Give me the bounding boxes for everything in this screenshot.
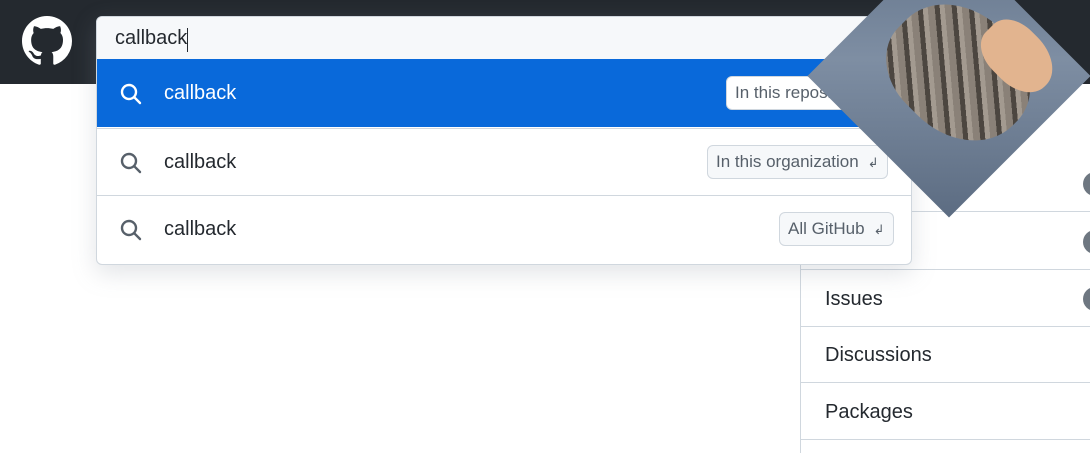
search-result-text: callback (164, 82, 237, 104)
counter-badge (1083, 172, 1090, 196)
side-nav-item-packages[interactable]: Packages (801, 384, 1090, 440)
side-nav-label: Issues (825, 288, 883, 310)
scope-badge-text: All GitHub (788, 219, 865, 238)
scope-badge-text: In this organization (716, 152, 859, 171)
side-nav-item-issues[interactable]: Issues (801, 271, 1090, 327)
enter-key-icon: ↲ (873, 222, 885, 237)
text-caret (187, 28, 188, 52)
scope-badge: All GitHub ↲ (779, 212, 894, 246)
search-icon (119, 218, 143, 242)
search-result-repository[interactable]: callback In this repository↲ (97, 60, 911, 127)
search-result-text: callback (164, 151, 237, 173)
search-result-organization[interactable]: callback In this organization ↲ (97, 128, 911, 195)
counter-badge (1083, 230, 1090, 254)
scope-badge: In this organization ↲ (707, 145, 888, 179)
github-logo-icon[interactable] (22, 16, 72, 66)
counter-badge (1083, 287, 1090, 311)
search-result-text: callback (164, 218, 237, 240)
search-icon (119, 82, 143, 106)
side-nav-label: Packages (825, 401, 913, 423)
search-icon (119, 151, 143, 175)
side-nav-item-discussions[interactable]: Discussions (801, 327, 1090, 383)
search-input[interactable] (97, 17, 911, 60)
search-dropdown: callback In this repository↲ callback In… (96, 16, 912, 265)
side-nav-label: Discussions (825, 344, 932, 366)
enter-key-icon: ↲ (867, 155, 879, 170)
search-result-all-github[interactable]: callback All GitHub ↲ (97, 195, 911, 262)
